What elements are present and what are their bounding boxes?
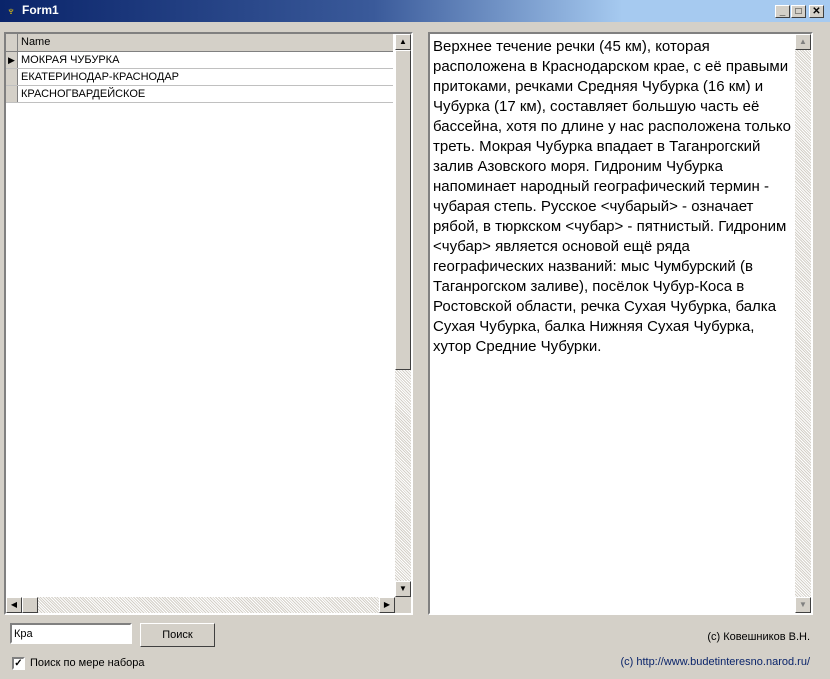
close-button[interactable]: ✕ bbox=[809, 5, 824, 18]
scroll-left-icon[interactable]: ◀ bbox=[6, 597, 22, 613]
minimize-button[interactable]: _ bbox=[775, 5, 790, 18]
scroll-thumb[interactable] bbox=[22, 597, 38, 613]
grid-vertical-scrollbar[interactable]: ▲ ▼ bbox=[395, 34, 411, 597]
scroll-right-icon[interactable]: ▶ bbox=[379, 597, 395, 613]
grid-header: Name bbox=[6, 34, 393, 52]
column-header-name[interactable]: Name bbox=[21, 36, 50, 48]
description-text: Верхнее течение речки (45 км), которая р… bbox=[433, 38, 796, 355]
maximize-button[interactable]: □ bbox=[791, 5, 806, 18]
grid-indicator-header bbox=[6, 34, 18, 51]
row-name[interactable]: КРАСНОГВАРДЕЙСКОЕ bbox=[21, 88, 145, 100]
title-bar: ♆ Form1 _ □ ✕ bbox=[0, 0, 830, 22]
incremental-search-label[interactable]: Поиск по мере набора bbox=[30, 657, 145, 669]
table-row[interactable]: ЕКАТЕРИНОДАР-КРАСНОДАР bbox=[6, 69, 393, 86]
scroll-corner bbox=[395, 597, 411, 613]
app-icon[interactable]: ♆ bbox=[4, 4, 18, 18]
search-button[interactable]: Поиск bbox=[140, 623, 215, 647]
row-name[interactable]: МОКРАЯ ЧУБУРКА bbox=[21, 54, 119, 66]
results-grid[interactable]: Name ▶ МОКРАЯ ЧУБУРКА ЕКАТЕРИНОДАР-КРАСН… bbox=[4, 32, 413, 615]
row-indicator bbox=[6, 69, 18, 85]
table-row[interactable]: КРАСНОГВАРДЕЙСКОЕ bbox=[6, 86, 393, 103]
scroll-down-icon[interactable]: ▼ bbox=[795, 597, 811, 613]
scroll-down-icon[interactable]: ▼ bbox=[395, 581, 411, 597]
scroll-up-icon[interactable]: ▲ bbox=[395, 34, 411, 50]
incremental-search-checkbox[interactable]: ✓ bbox=[12, 657, 25, 670]
grid-horizontal-scrollbar[interactable]: ◀ ▶ bbox=[6, 597, 395, 613]
search-input[interactable]: Кра bbox=[10, 623, 132, 644]
table-row[interactable]: ▶ МОКРАЯ ЧУБУРКА bbox=[6, 52, 393, 69]
row-name[interactable]: ЕКАТЕРИНОДАР-КРАСНОДАР bbox=[21, 71, 179, 83]
row-indicator bbox=[6, 86, 18, 102]
memo-vertical-scrollbar[interactable]: ▲ ▼ bbox=[795, 34, 811, 613]
scroll-thumb[interactable] bbox=[395, 50, 411, 370]
copyright-text: (c) Ковешников В.Н. bbox=[707, 631, 810, 643]
row-indicator-icon: ▶ bbox=[6, 52, 18, 68]
website-link[interactable]: (c) http://www.budetinteresno.narod.ru/ bbox=[620, 656, 810, 668]
description-memo[interactable]: Верхнее течение речки (45 км), которая р… bbox=[428, 32, 813, 615]
window-title: Form1 bbox=[22, 3, 59, 17]
scroll-up-icon[interactable]: ▲ bbox=[795, 34, 811, 50]
